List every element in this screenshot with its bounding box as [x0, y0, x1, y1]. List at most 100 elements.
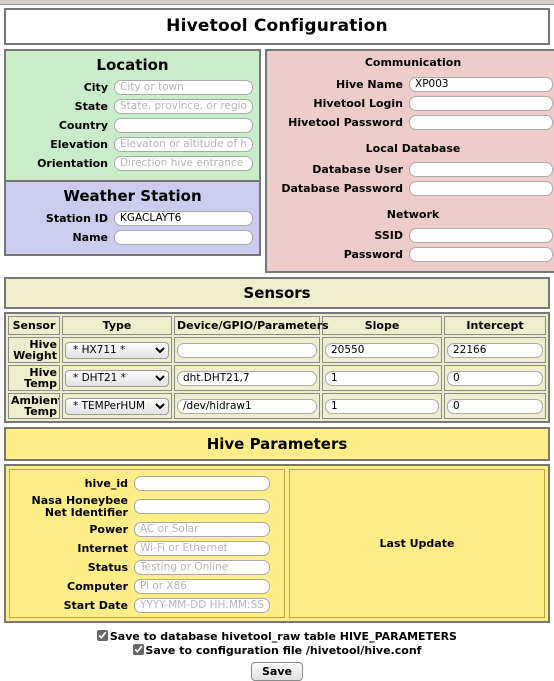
- field-orientation: Orientation: [6, 156, 259, 171]
- sensor-intercept-input-hive-temp[interactable]: [447, 370, 543, 386]
- hivetool-password-input[interactable]: [409, 115, 553, 130]
- city-input[interactable]: [114, 80, 253, 95]
- elevation-input[interactable]: [114, 137, 253, 152]
- save-button[interactable]: Save: [251, 662, 303, 681]
- sensor-type-cell-ambient-temp: * TEMPerHUM *: [62, 393, 172, 419]
- database-user-input[interactable]: [409, 162, 553, 177]
- table-row: Ambient Temp * TEMPerHUM *: [8, 393, 546, 419]
- start-date-input[interactable]: [134, 598, 270, 614]
- location-title: Location: [96, 56, 169, 74]
- ssid-label: SSID: [374, 228, 403, 242]
- communication-fields: Hive Name Hivetool Login Hivetool Passwo…: [267, 73, 554, 139]
- hive-name-input[interactable]: [409, 77, 553, 92]
- internet-input[interactable]: [134, 541, 270, 557]
- hive-name-label: Hive Name: [336, 77, 403, 91]
- sensor-type-select-ambient-temp[interactable]: * TEMPerHUM *: [65, 397, 169, 415]
- hive-parameters-body: hive_id Nasa Honeybee Net Identifier Pow…: [4, 464, 550, 624]
- station-id-input[interactable]: [114, 211, 253, 226]
- sensor-type-select-hive-temp[interactable]: * DHT21 *: [65, 369, 169, 387]
- save-to-config-checkbox[interactable]: [132, 644, 144, 656]
- field-nasa-identifier: Nasa Honeybee Net Identifier: [10, 495, 280, 518]
- power-label: Power: [89, 522, 128, 536]
- field-ssid: SSID: [267, 228, 554, 243]
- field-country: Country: [6, 118, 259, 133]
- ssid-input[interactable]: [409, 228, 553, 243]
- hive-parameters-section: Hive Parameters hive_id Nasa Honeybee Ne…: [4, 427, 550, 624]
- network-password-input[interactable]: [409, 247, 553, 262]
- right-column: Communication Hive Name Hivetool Login H…: [265, 49, 554, 273]
- orientation-label: Orientation: [37, 156, 108, 170]
- database-user-label: Database User: [312, 162, 403, 176]
- sensor-device-input-ambient-temp[interactable]: [177, 398, 317, 414]
- sensor-label-hive-temp: Hive Temp: [8, 365, 60, 391]
- field-hive-name: Hive Name: [267, 77, 554, 92]
- hivetool-login-label: Hivetool Login: [313, 96, 403, 110]
- column-header-slope: Slope: [322, 316, 442, 335]
- save-to-database-row: Save to database hivetool_raw table HIVE…: [4, 630, 550, 644]
- column-header-device: Device/GPIO/Parameters: [174, 316, 329, 335]
- field-database-user: Database User: [267, 162, 554, 177]
- field-database-password: Database Password: [267, 181, 554, 196]
- hive-parameters-fields: hive_id Nasa Honeybee Net Identifier Pow…: [9, 469, 285, 619]
- station-name-input[interactable]: [114, 230, 253, 245]
- sensor-slope-input-hive-temp[interactable]: [325, 370, 439, 386]
- city-label: City: [83, 80, 108, 94]
- field-computer: Computer: [10, 579, 280, 595]
- field-power: Power: [10, 522, 280, 538]
- save-to-config-row: Save to configuration file /hivetool/hiv…: [4, 644, 550, 658]
- database-password-label: Database Password: [281, 181, 403, 195]
- computer-input[interactable]: [134, 579, 270, 595]
- nasa-identifier-input[interactable]: [134, 499, 270, 515]
- status-label: Status: [87, 560, 128, 574]
- field-hivetool-password: Hivetool Password: [267, 115, 554, 130]
- field-start-date: Start Date: [10, 598, 280, 614]
- sensor-device-cell-ambient-temp: [174, 393, 320, 419]
- power-input[interactable]: [134, 522, 270, 538]
- sensor-device-input-hive-weight[interactable]: [177, 342, 317, 358]
- save-to-database-checkbox[interactable]: [97, 630, 108, 642]
- field-network-password: Password: [267, 247, 554, 262]
- state-input[interactable]: [114, 99, 253, 114]
- status-input[interactable]: [134, 560, 270, 576]
- communication-title: Communication: [364, 56, 462, 69]
- field-station-name: Name: [6, 230, 259, 245]
- sensor-slope-cell-hive-weight: [322, 337, 442, 363]
- field-station-id: Station ID: [6, 211, 259, 226]
- top-columns: Location City State Country: [4, 49, 554, 273]
- table-row: Hive Temp * DHT21 *: [8, 365, 546, 391]
- network-fields: SSID Password: [267, 224, 554, 271]
- hivetool-login-input[interactable]: [409, 96, 553, 111]
- station-id-label: Station ID: [45, 211, 108, 225]
- sensor-type-select-hive-weight[interactable]: * HX711 *: [65, 341, 169, 359]
- sensor-intercept-input-ambient-temp[interactable]: [447, 398, 543, 414]
- field-internet: Internet: [10, 541, 280, 557]
- local-database-title: Local Database: [365, 142, 461, 155]
- left-column: Location City State Country: [4, 49, 261, 273]
- sensor-slope-cell-ambient-temp: [322, 393, 442, 419]
- footer: Save to database hivetool_raw table HIVE…: [4, 623, 550, 681]
- sensors-table: Sensor Type Device/GPIO/Parameters Slope…: [4, 312, 550, 423]
- hive-id-input[interactable]: [134, 476, 270, 491]
- country-input[interactable]: [114, 118, 253, 133]
- column-header-type: Type: [62, 316, 172, 335]
- station-name-label: Name: [72, 230, 108, 244]
- location-fields: City State Country Elevation: [6, 78, 259, 180]
- field-city: City: [6, 80, 259, 95]
- sensor-intercept-input-hive-weight[interactable]: [447, 342, 543, 358]
- internet-label: Internet: [77, 541, 128, 555]
- save-to-config-label: Save to configuration file /hivetool/hiv…: [145, 644, 422, 658]
- network-password-label: Password: [343, 247, 403, 261]
- database-password-input[interactable]: [409, 181, 553, 196]
- table-row: Hive Weight * HX711 *: [8, 337, 546, 363]
- sensor-device-input-hive-temp[interactable]: [177, 370, 317, 386]
- state-label: State: [74, 99, 108, 113]
- configuration-page: Hivetool Configuration Location City Sta…: [0, 0, 554, 681]
- sensor-slope-input-hive-weight[interactable]: [325, 342, 439, 358]
- sensor-slope-input-ambient-temp[interactable]: [325, 398, 439, 414]
- location-panel: Location City State Country: [4, 49, 261, 182]
- orientation-input[interactable]: [114, 156, 253, 171]
- sensor-label-ambient-temp: Ambient Temp: [8, 393, 60, 419]
- weather-station-title: Weather Station: [63, 187, 202, 205]
- hive-parameters-title: Hive Parameters: [4, 427, 550, 461]
- weather-station-panel: Weather Station Station ID Name: [4, 182, 261, 256]
